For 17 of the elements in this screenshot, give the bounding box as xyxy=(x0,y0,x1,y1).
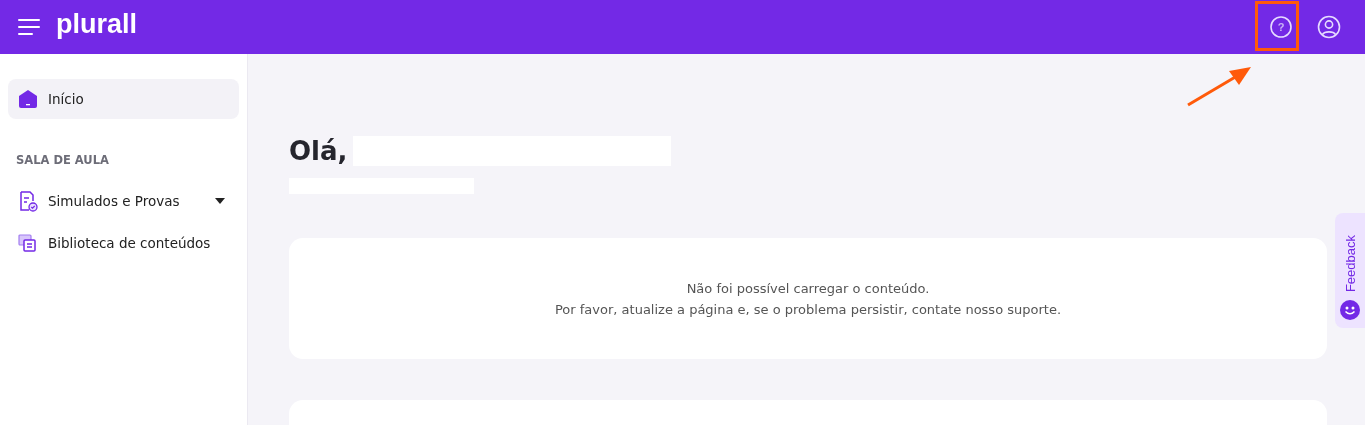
caret-icon[interactable] xyxy=(215,198,225,204)
help-label[interactable]: ? xyxy=(1269,15,1293,39)
clipboard-check-icon xyxy=(18,190,38,212)
sidebar-item[interactable]: Início xyxy=(8,79,239,119)
feedback-tab[interactable]: Feedback xyxy=(1335,213,1365,328)
error-message: Por favor, atualize a página e, se o problema persistir, contate nosso suporte. xyxy=(555,301,1061,317)
section-title: SALA DE AULA xyxy=(16,153,110,167)
error-message: Não foi possível carregar o conteúdo. xyxy=(686,280,930,296)
greeting: Olá, xyxy=(289,136,348,166)
sidebar-item[interactable]: Simulados e Provas xyxy=(8,181,239,221)
sidebar-item[interactable]: Biblioteca de conteúdos xyxy=(8,223,239,263)
menu-icon[interactable] xyxy=(18,18,40,36)
book-stack-icon xyxy=(18,233,38,253)
smiley-icon xyxy=(1340,300,1360,320)
logo[interactable]: plurall xyxy=(56,8,137,40)
user-icon[interactable] xyxy=(1317,15,1341,39)
home-icon xyxy=(18,89,38,109)
